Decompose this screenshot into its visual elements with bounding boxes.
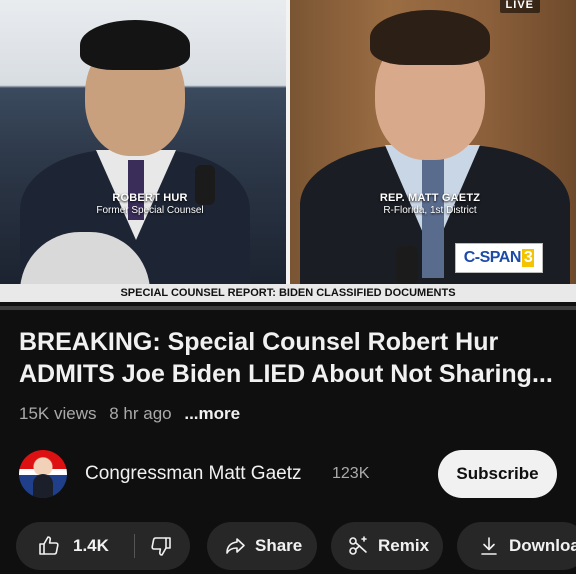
avatar-figure	[33, 474, 53, 498]
download-button[interactable]: Downloa	[457, 522, 576, 570]
video-title[interactable]: BREAKING: Special Counsel Robert Hur ADM…	[19, 326, 564, 390]
remix-icon	[346, 534, 370, 558]
more-link[interactable]: ...more	[184, 404, 240, 423]
left-nameplate: ROBERT HUR Former Special Counsel	[60, 192, 240, 216]
share-button[interactable]: Share	[207, 522, 317, 570]
download-label: Downloa	[509, 536, 576, 555]
view-count: 15K views	[19, 404, 97, 423]
progress-bar[interactable]	[0, 306, 576, 310]
left-person-title: Former Special Counsel	[96, 205, 204, 216]
like-divider	[134, 534, 135, 558]
like-count: 1.4K	[73, 536, 109, 555]
video-player[interactable]: ROBERT HUR Former Special Counsel REP. M…	[0, 0, 576, 310]
action-bar: 1.4K Share Remix Downloa	[16, 522, 576, 570]
person-tie	[422, 158, 444, 278]
right-nameplate: REP. MATT GAETZ R-Florida, 1st District	[340, 192, 520, 216]
download-icon	[477, 534, 501, 558]
subscribe-button[interactable]: Subscribe	[438, 450, 557, 498]
video-stats[interactable]: 15K views 8 hr ago ...more	[19, 404, 248, 424]
channel-name[interactable]: Congressman Matt Gaetz	[85, 463, 301, 485]
person-hair	[80, 20, 190, 70]
remix-label: Remix	[378, 536, 430, 555]
live-badge: LIVE	[499, 0, 540, 13]
thumbs-up-icon	[37, 534, 61, 558]
remix-button[interactable]: Remix	[331, 522, 443, 570]
cspan-logo-text: C-SPAN	[463, 249, 522, 266]
cspan-logo-number: 3	[521, 249, 535, 267]
share-label: Share	[255, 536, 303, 555]
video-right-pane: REP. MATT GAETZ R-Florida, 1st District	[290, 0, 576, 284]
thumbs-down-icon[interactable]	[149, 534, 173, 558]
right-person-title: R-Florida, 1st District	[383, 205, 477, 216]
right-person-name: REP. MATT GAETZ	[379, 192, 481, 204]
upload-age: 8 hr ago	[109, 404, 172, 423]
video-left-pane: ROBERT HUR Former Special Counsel	[0, 0, 286, 284]
cspan-logo: C-SPAN 3	[455, 243, 543, 273]
subscriber-count: 123K	[332, 465, 370, 482]
channel-avatar[interactable]	[19, 450, 67, 498]
person-hair	[370, 10, 490, 65]
like-dislike-group: 1.4K	[16, 522, 190, 570]
news-chyron: SPECIAL COUNSEL REPORT: BIDEN CLASSIFIED…	[0, 284, 576, 302]
microphone	[396, 246, 418, 284]
left-person-name: ROBERT HUR	[112, 192, 188, 204]
channel-row: Congressman Matt Gaetz 123K Subscribe	[19, 450, 576, 498]
like-button[interactable]: 1.4K	[16, 522, 109, 570]
share-icon	[223, 534, 247, 558]
